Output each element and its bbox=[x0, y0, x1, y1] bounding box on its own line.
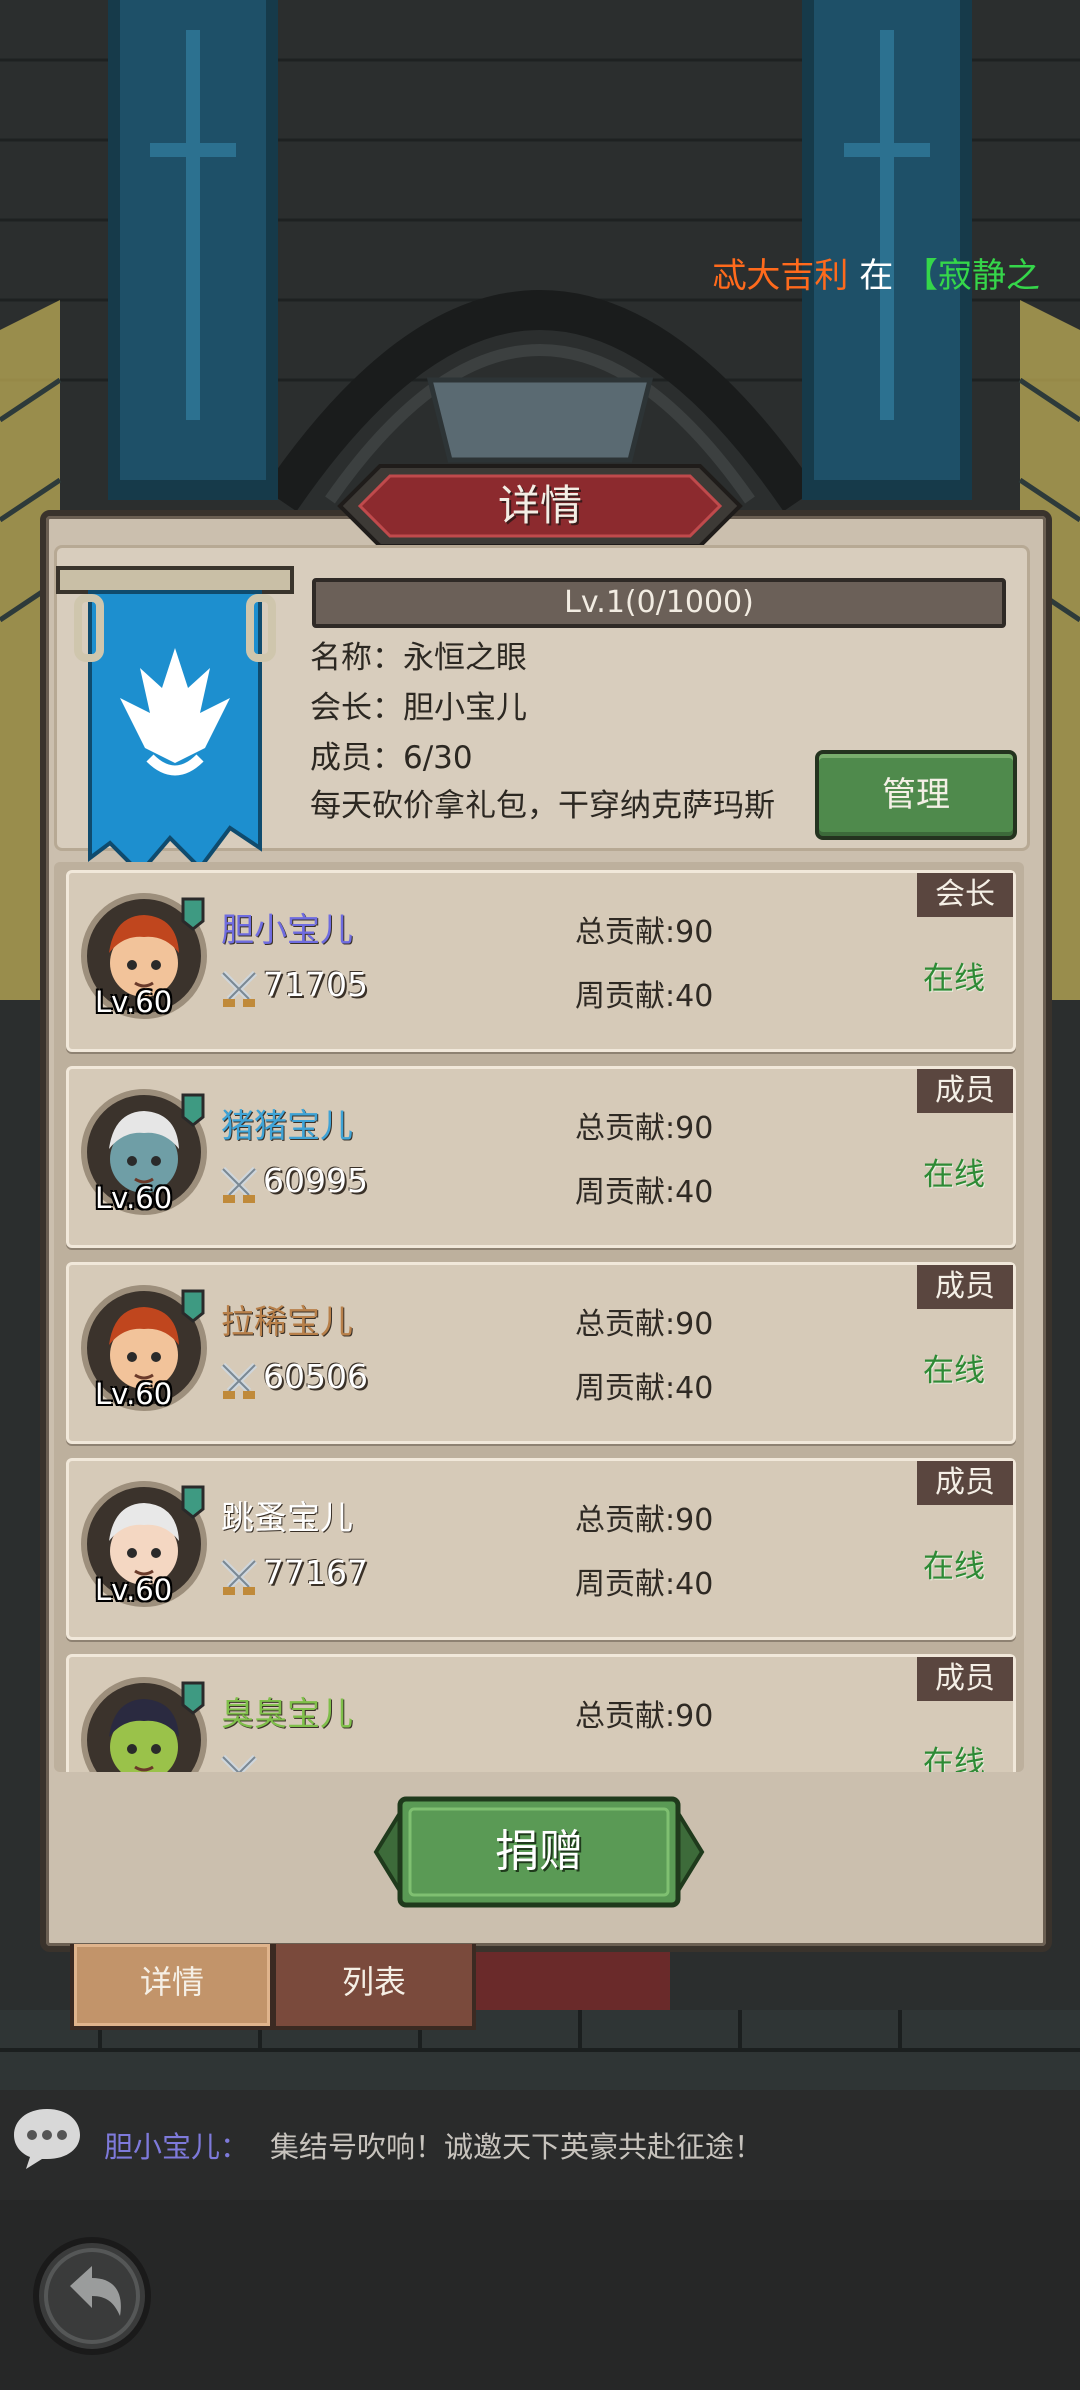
member-role-badge: 成员 bbox=[917, 1657, 1013, 1701]
member-weekly-contribution: 周贡献:40 bbox=[575, 1167, 713, 1211]
guild-name-label: 名称： bbox=[310, 640, 403, 676]
rank-badge-icon bbox=[181, 1681, 205, 1715]
weekly-label: 周贡献: bbox=[575, 1175, 676, 1210]
member-power: 60995 bbox=[263, 1161, 368, 1200]
guild-members-line: 成员：6/30 bbox=[310, 732, 473, 777]
total-label: 总贡献: bbox=[575, 915, 676, 950]
member-name: 跳蚤宝儿 bbox=[221, 1498, 353, 1537]
back-arrow-icon[interactable] bbox=[30, 2234, 154, 2358]
crossed-swords-icon bbox=[220, 1166, 258, 1203]
member-row[interactable]: 臭臭宝儿 总贡献:90 周贡献: 成员 在线 bbox=[66, 1654, 1016, 1772]
member-weekly-contribution: 周贡献:40 bbox=[575, 971, 713, 1015]
rank-badge-icon bbox=[181, 1093, 205, 1127]
total-label: 总贡献: bbox=[575, 1111, 676, 1146]
total-value: 90 bbox=[675, 915, 714, 950]
guild-leader-label: 会长： bbox=[310, 690, 403, 726]
crossed-swords-icon bbox=[220, 1754, 258, 1772]
member-power: 60506 bbox=[263, 1357, 368, 1396]
member-avatar[interactable] bbox=[79, 1675, 209, 1772]
member-role-badge: 成员 bbox=[917, 1069, 1013, 1113]
member-power: 77167 bbox=[263, 1553, 368, 1592]
member-status: 在线 bbox=[923, 1353, 985, 1389]
guild-leader-line: 会长：胆小宝儿 bbox=[310, 682, 527, 727]
rank-badge-icon bbox=[181, 897, 205, 931]
ticker-text: 在 bbox=[859, 256, 894, 296]
tab-detail[interactable]: 详情 bbox=[70, 1944, 274, 2030]
panel-title: 详情 bbox=[497, 481, 582, 530]
announcement-ticker: 忒大吉利 在 【寂静之 bbox=[0, 240, 1040, 312]
crossed-swords-icon bbox=[220, 1558, 258, 1595]
member-status: 在线 bbox=[923, 961, 985, 997]
member-level: Lv.60 bbox=[95, 985, 173, 1019]
member-level: Lv.60 bbox=[95, 1377, 173, 1411]
member-name: 猪猪宝儿 bbox=[221, 1106, 353, 1145]
member-power: 71705 bbox=[263, 965, 368, 1004]
crossed-swords-icon bbox=[220, 1362, 258, 1399]
member-total-contribution: 总贡献:90 bbox=[575, 907, 713, 951]
tab-list[interactable]: 列表 bbox=[272, 1944, 476, 2030]
member-list[interactable]: Lv.60 胆小宝儿 71705 总贡献:90 周贡献:40 会长 在线 Lv.… bbox=[54, 862, 1024, 1772]
member-row[interactable]: Lv.60 跳蚤宝儿 77167 总贡献:90 周贡献:40 成员 在线 bbox=[66, 1458, 1016, 1640]
member-row[interactable]: Lv.60 拉稀宝儿 60506 总贡献:90 周贡献:40 成员 在线 bbox=[66, 1262, 1016, 1444]
member-name: 拉稀宝儿 bbox=[221, 1302, 353, 1341]
member-total-contribution: 总贡献:90 bbox=[575, 1495, 713, 1539]
member-level: Lv.60 bbox=[95, 1181, 173, 1215]
guild-name-value: 永恒之眼 bbox=[403, 640, 527, 676]
banner-emblem-icon bbox=[56, 566, 294, 876]
chat-bubble-icon[interactable] bbox=[10, 2105, 84, 2171]
weekly-label: 周贡献: bbox=[575, 1371, 676, 1406]
guild-members-label: 成员： bbox=[310, 740, 403, 776]
member-name: 胆小宝儿 bbox=[221, 910, 353, 949]
member-weekly-contribution: 周贡献:40 bbox=[575, 1363, 713, 1407]
guild-level-bar: Lv.1(0/1000) bbox=[312, 578, 1006, 628]
member-status: 在线 bbox=[923, 1549, 985, 1585]
manage-button[interactable]: 管理 bbox=[815, 750, 1017, 840]
member-status: 在线 bbox=[923, 1157, 985, 1193]
weekly-label: 周贡献: bbox=[575, 979, 676, 1014]
total-label: 总贡献: bbox=[575, 1699, 676, 1734]
guild-name-line: 名称：永恒之眼 bbox=[310, 632, 527, 677]
total-value: 90 bbox=[675, 1307, 714, 1342]
member-name: 臭臭宝儿 bbox=[221, 1694, 353, 1733]
member-level: Lv.60 bbox=[95, 1573, 173, 1607]
donate-button-label[interactable]: 捐赠 bbox=[372, 1793, 706, 1911]
weekly-value: 40 bbox=[675, 979, 714, 1014]
member-status: 在线 bbox=[923, 1745, 985, 1772]
member-row[interactable]: Lv.60 猪猪宝儿 60995 总贡献:90 周贡献:40 成员 在线 bbox=[66, 1066, 1016, 1248]
total-label: 总贡献: bbox=[575, 1503, 676, 1538]
weekly-label: 周贡献: bbox=[575, 1567, 676, 1602]
member-total-contribution: 总贡献:90 bbox=[575, 1103, 713, 1147]
member-row[interactable]: Lv.60 胆小宝儿 71705 总贡献:90 周贡献:40 会长 在线 bbox=[66, 870, 1016, 1052]
chat-sender-name: 胆小宝儿： bbox=[104, 2130, 250, 2164]
weekly-value: 40 bbox=[675, 1175, 714, 1210]
member-role-badge: 成员 bbox=[917, 1265, 1013, 1309]
member-total-contribution: 总贡献:90 bbox=[575, 1299, 713, 1343]
guild-leader-value: 胆小宝儿 bbox=[403, 690, 527, 726]
member-total-contribution: 总贡献:90 bbox=[575, 1691, 713, 1735]
ticker-location: 【寂静之 bbox=[904, 256, 1040, 296]
rank-badge-icon bbox=[181, 1289, 205, 1323]
weekly-value: 40 bbox=[675, 1371, 714, 1406]
rank-badge-icon bbox=[181, 1485, 205, 1519]
crossed-swords-icon bbox=[220, 970, 258, 1007]
member-role-badge: 成员 bbox=[917, 1461, 1013, 1505]
total-label: 总贡献: bbox=[575, 1307, 676, 1342]
member-weekly-contribution: 周贡献:40 bbox=[575, 1559, 713, 1603]
total-value: 90 bbox=[675, 1503, 714, 1538]
ticker-player-name: 忒大吉利 bbox=[712, 256, 849, 296]
weekly-value: 40 bbox=[675, 1567, 714, 1602]
member-role-badge: 会长 bbox=[917, 873, 1013, 917]
total-value: 90 bbox=[675, 1111, 714, 1146]
total-value: 90 bbox=[675, 1699, 714, 1734]
guild-notice: 每天砍价拿礼包，干穿纳克萨玛斯 bbox=[310, 788, 775, 824]
guild-members-value: 6/30 bbox=[403, 740, 473, 776]
chat-message: 集结号吹响！诚邀天下英豪共赴征途！ bbox=[270, 2130, 764, 2164]
